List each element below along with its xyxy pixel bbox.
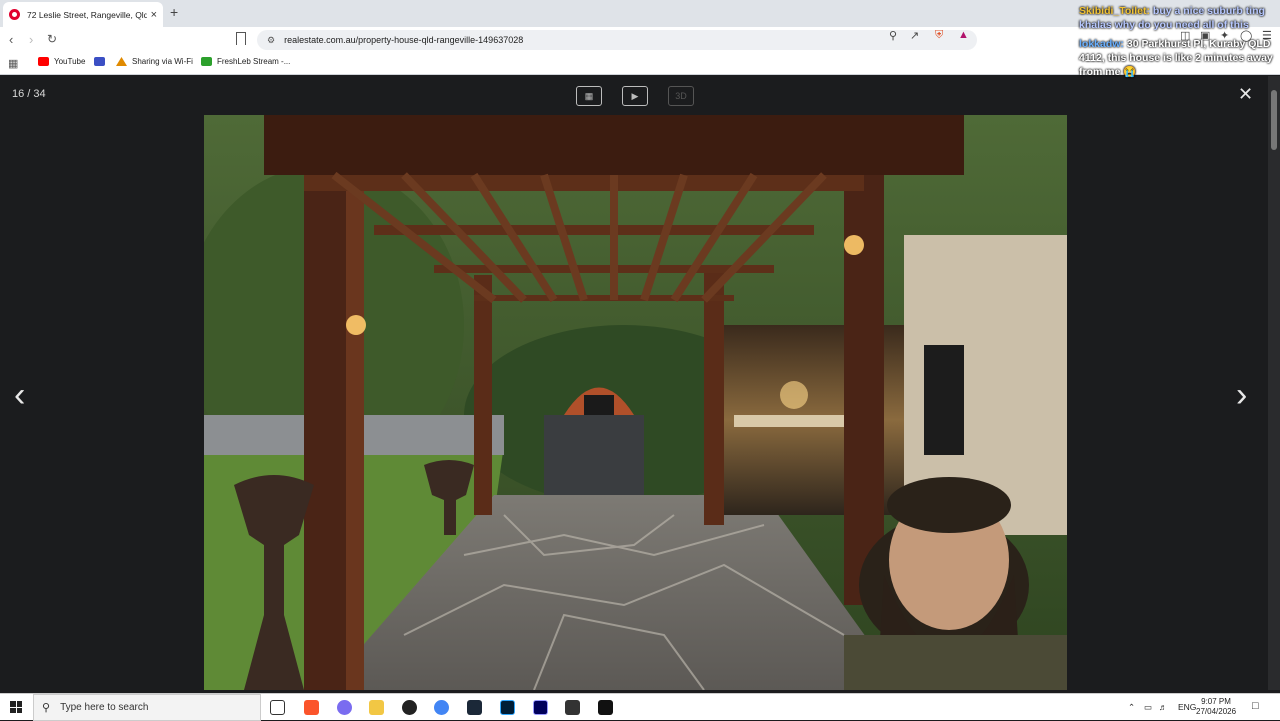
bookmark-icon[interactable]: [236, 32, 246, 45]
bookmark-label: Sharing via Wi-Fi: [132, 57, 193, 66]
chat-message: lokkadw: 30 Parkhurst Pl, Kuraby QLD 411…: [1079, 37, 1277, 79]
volume-icon[interactable]: ♬: [1159, 702, 1168, 712]
notifications-icon[interactable]: □: [1252, 700, 1259, 712]
tray-overflow-icon[interactable]: ⌃: [1128, 702, 1135, 713]
search-placeholder: Type here to search: [60, 702, 149, 713]
3d-label: 3D: [675, 91, 687, 101]
zoom-icon[interactable]: ⚲: [889, 29, 897, 42]
url-text: realestate.com.au/property-house-qld-ran…: [284, 35, 524, 45]
property-photo: [204, 115, 1067, 690]
windows-taskbar: ⚲ Type here to search ⌃ ▭ ♬ ENG 9:07 PM …: [0, 693, 1280, 721]
clock-time: 9:07 PM: [1201, 697, 1231, 706]
next-photo-arrow-icon[interactable]: ›: [1236, 376, 1247, 415]
taskbar-search-box[interactable]: ⚲ Type here to search: [33, 694, 261, 721]
capcut-icon[interactable]: [598, 700, 613, 715]
freshleb-icon: [201, 57, 212, 66]
discord-icon[interactable]: [337, 700, 352, 715]
language-indicator[interactable]: ENG: [1178, 702, 1196, 712]
bookmark-label: YouTube: [54, 57, 86, 66]
url-field[interactable]: ⚙ realestate.com.au/property-house-qld-r…: [257, 30, 977, 50]
floorplan-button[interactable]: ▦: [576, 86, 602, 106]
premiere-icon[interactable]: [533, 700, 548, 715]
stream-chat-overlay: Skibidi_Toilet: buy a nice suburb ting k…: [1079, 4, 1277, 79]
tab-title: 72 Leslie Street, Rangeville, Qld 4: [27, 9, 147, 20]
chat-username: Skibidi_Toilet:: [1079, 5, 1150, 17]
tab-close-icon[interactable]: ×: [151, 9, 157, 21]
new-tab-button[interactable]: +: [170, 4, 178, 20]
page-scrollbar[interactable]: [1268, 76, 1280, 690]
brave-shield-icon[interactable]: ⛨: [935, 29, 943, 42]
bookmark-label: FreshLeb Stream -...: [217, 57, 291, 66]
extension-icon: [94, 57, 105, 66]
clock-date: 27/04/2026: [1196, 707, 1237, 716]
task-view-icon[interactable]: [270, 700, 285, 715]
steam-icon[interactable]: [467, 700, 482, 715]
chrome-icon[interactable]: [434, 700, 449, 715]
video-button[interactable]: ▶: [622, 86, 648, 106]
scrollbar-thumb[interactable]: [1271, 90, 1277, 150]
apps-grid-icon[interactable]: ▦: [8, 57, 18, 70]
3d-tour-button[interactable]: 3D: [668, 86, 694, 106]
bookmark-sharing-wifi[interactable]: Sharing via Wi-Fi: [116, 57, 193, 66]
close-gallery-icon[interactable]: ✕: [1238, 84, 1253, 105]
bookmark-extension[interactable]: [94, 57, 110, 66]
forward-icon[interactable]: ›: [29, 32, 33, 47]
brave-browser-icon[interactable]: [304, 700, 319, 715]
pergola-patio-image: [204, 115, 1067, 690]
play-icon: ▶: [631, 90, 639, 101]
reload-icon[interactable]: ↻: [47, 32, 57, 46]
obs-icon[interactable]: [402, 700, 417, 715]
gallery-toolbar: ▦ ▶ 3D: [576, 86, 694, 106]
search-icon: ⚲: [42, 702, 51, 714]
photo-gallery-lightbox: 16 / 34 ▦ ▶ 3D ‹ › ✕: [0, 76, 1268, 690]
bookmark-freshleb[interactable]: FreshLeb Stream -...: [201, 57, 290, 66]
previous-photo-arrow-icon[interactable]: ‹: [14, 376, 25, 415]
photo-counter: 16 / 34: [12, 88, 46, 100]
back-icon[interactable]: ‹: [9, 32, 13, 47]
realestate-favicon-icon: [9, 9, 20, 20]
tab-active[interactable]: 72 Leslie Street, Rangeville, Qld 4 ×: [3, 2, 163, 27]
vegas-icon[interactable]: [565, 700, 580, 715]
chat-username: lokkadw:: [1079, 38, 1124, 50]
site-info-icon[interactable]: ⚙: [267, 35, 275, 46]
chat-message: Skibidi_Toilet: buy a nice suburb ting k…: [1079, 4, 1277, 32]
warning-icon: [116, 57, 127, 66]
floorplan-icon: ▦: [584, 90, 594, 101]
bookmark-youtube[interactable]: YouTube: [38, 57, 85, 66]
network-icon[interactable]: ▭: [1144, 702, 1152, 713]
photoshop-icon[interactable]: [500, 700, 515, 715]
share-icon[interactable]: ↗: [910, 29, 919, 42]
youtube-icon: [38, 57, 49, 66]
taskbar-clock[interactable]: 9:07 PM 27/04/2026: [1196, 697, 1236, 717]
brave-rewards-icon[interactable]: ▲: [958, 29, 969, 41]
file-explorer-icon[interactable]: [369, 700, 384, 715]
windows-start-icon[interactable]: [10, 701, 22, 713]
